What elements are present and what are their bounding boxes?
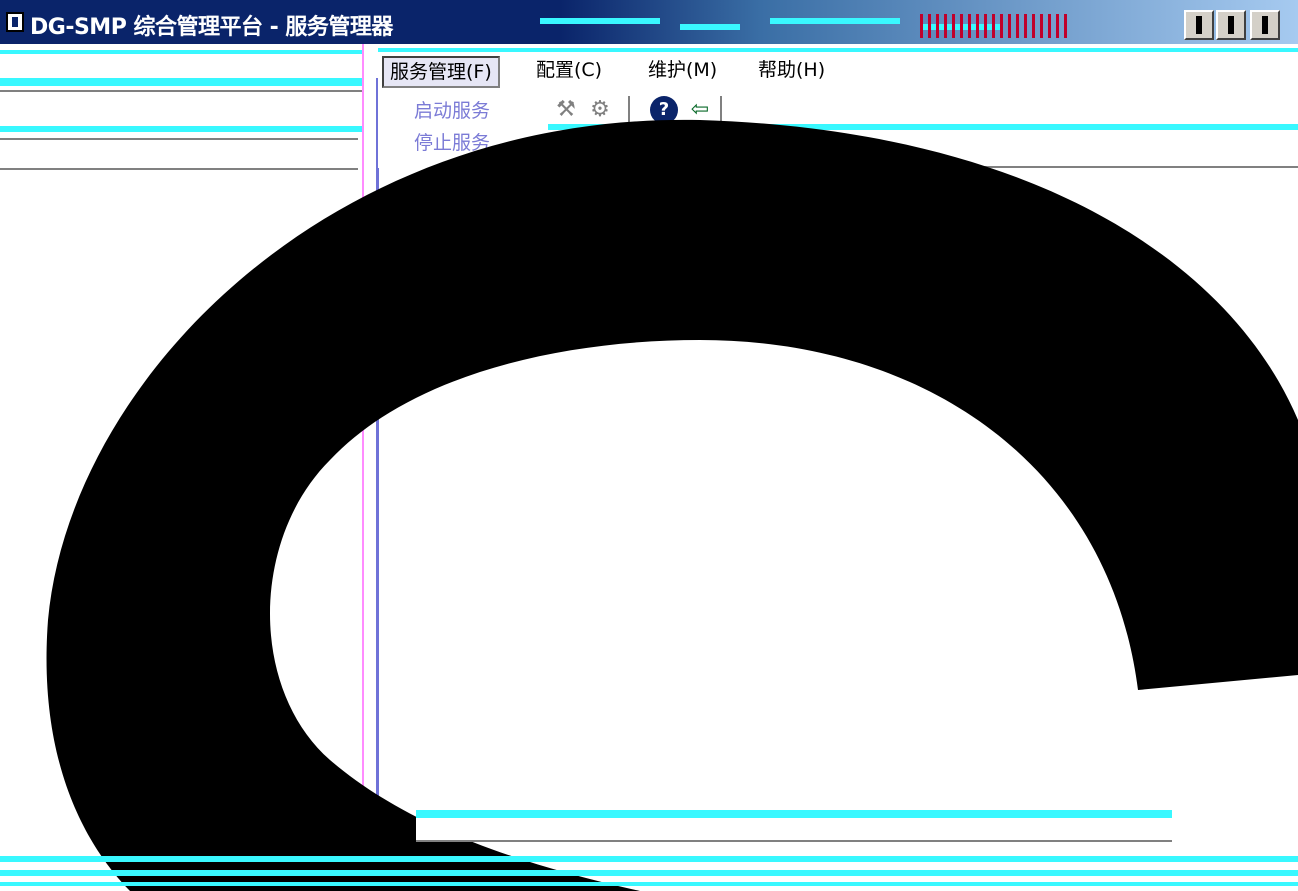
bottom-border xyxy=(0,882,1298,886)
status-bar xyxy=(416,810,1172,842)
bottom-border xyxy=(0,856,1298,862)
bottom-border xyxy=(0,870,1298,876)
letter-c-shape xyxy=(46,119,1298,891)
status-bar-border xyxy=(416,810,1172,818)
app-window: DG-SMP 综合管理平台 - 服务管理器 服务管理(F) 配置(C) 维护(M… xyxy=(0,0,1298,891)
letter-c-overlay xyxy=(46,119,1298,891)
